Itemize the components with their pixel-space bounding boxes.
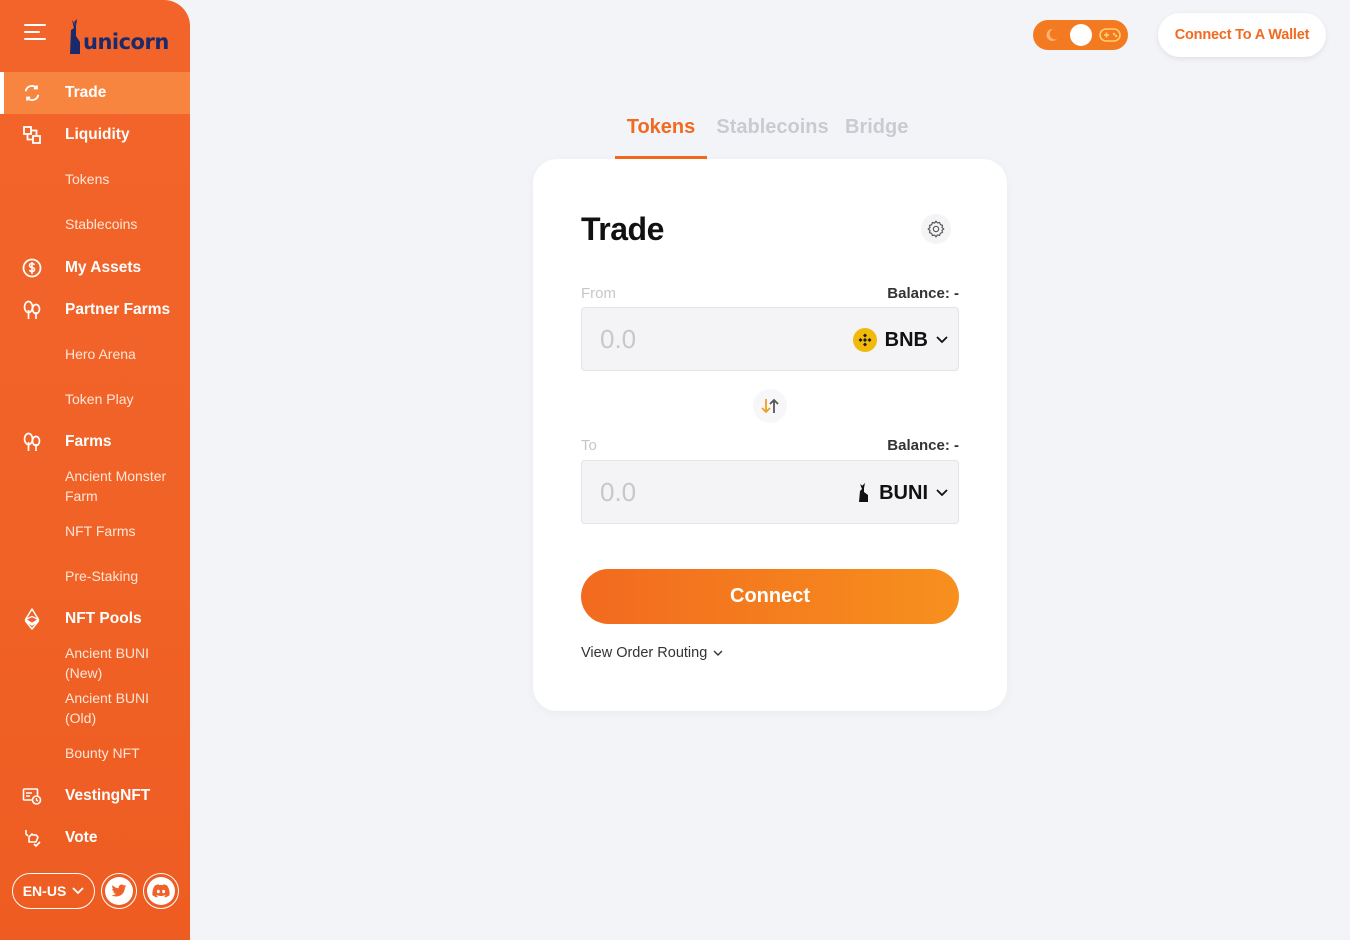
sidebar-item-my-assets[interactable]: My Assets: [0, 247, 190, 289]
theme-toggle[interactable]: [1033, 20, 1128, 50]
swap-direction-button[interactable]: [753, 389, 787, 423]
sidebar-item-trade[interactable]: Trade: [0, 72, 190, 114]
sidebar-item-label: Liquidity: [65, 126, 130, 143]
buni-icon: [859, 483, 869, 502]
moon-icon: [1046, 28, 1057, 41]
from-label: From: [581, 285, 616, 302]
twitter-icon: [105, 877, 133, 905]
settings-button[interactable]: [921, 214, 951, 244]
sidebar-item-farms[interactable]: Farms: [0, 421, 190, 463]
tab-tokens[interactable]: Tokens: [615, 110, 707, 160]
sidebar-item-label: Token Play: [65, 390, 134, 407]
sidebar-item-label: Vote: [65, 829, 98, 846]
chevron-down-icon: [72, 887, 84, 895]
tab-stablecoins[interactable]: Stablecoins: [707, 110, 838, 160]
tab-bridge[interactable]: Bridge: [838, 110, 918, 160]
sidebar-item-nft-pools[interactable]: NFT Pools: [0, 598, 190, 640]
from-token-symbol: BNB: [884, 328, 928, 351]
sidebar-item-vote[interactable]: Vote: [0, 817, 190, 859]
gamepad-icon: [1099, 28, 1121, 42]
to-label: To: [581, 437, 597, 454]
sidebar-item-label: Ancient BUNI (Old): [65, 689, 150, 726]
brand-name: unicorn: [83, 30, 169, 54]
sidebar-item-vestingnft[interactable]: VestingNFT: [0, 775, 190, 817]
swap-arrows-icon: [761, 398, 779, 414]
sidebar-item-label: Hero Arena: [65, 345, 136, 362]
vote-icon: [22, 828, 42, 848]
vesting-icon: [22, 786, 42, 806]
to-amount-input[interactable]: [600, 475, 820, 509]
trees-icon: [22, 432, 42, 452]
card-title: Trade: [581, 211, 664, 247]
sidebar-item-label: NFT Pools: [65, 610, 142, 627]
toggle-knob: [1070, 24, 1092, 46]
sidebar-item-label: Ancient BUNI (New): [65, 644, 150, 681]
connect-wallet-button[interactable]: Connect To A Wallet: [1158, 13, 1326, 57]
unicorn-logo[interactable]: unicorn: [68, 14, 169, 54]
liquidity-icon: [22, 125, 42, 145]
sidebar-item-bounty-nft[interactable]: Bounty NFT: [0, 730, 190, 775]
sidebar-item-label: Partner Farms: [65, 301, 171, 318]
gear-icon: [927, 220, 945, 238]
sidebar-item-label: Ancient Monster Farm: [65, 467, 167, 504]
sidebar-item-label: Bounty NFT: [65, 744, 140, 761]
sidebar: unicorn Trade Liquidity Tokens Stablecoins M…: [0, 0, 190, 940]
brand-header: unicorn: [0, 0, 190, 72]
from-amount-input[interactable]: [600, 322, 820, 356]
unicorn-mark-icon: [70, 19, 80, 54]
from-field: BNB: [581, 307, 959, 371]
sidebar-item-ancient-buni-new[interactable]: Ancient BUNI (New): [0, 640, 190, 685]
dollar-icon: [22, 258, 42, 278]
sidebar-item-label: Tokens: [65, 170, 110, 187]
sidebar-item-ancient-monster-farm[interactable]: Ancient Monster Farm: [0, 463, 190, 508]
sidebar-item-label: My Assets: [65, 259, 142, 276]
sidebar-item-stablecoins[interactable]: Stablecoins: [0, 201, 190, 246]
to-token-symbol: BUNI: [879, 481, 928, 504]
sidebar-item-label: Stablecoins: [65, 215, 138, 232]
hamburger-menu-icon[interactable]: [24, 24, 48, 42]
routing-label: View Order Routing: [581, 645, 708, 661]
sidebar-item-hero-arena[interactable]: Hero Arena: [0, 331, 190, 376]
sidebar-item-label: VestingNFT: [65, 787, 151, 804]
language-selector[interactable]: EN-US: [12, 873, 95, 909]
sidebar-item-label: Trade: [65, 84, 107, 101]
to-token-selector[interactable]: BUNI: [857, 477, 948, 509]
chevron-down-icon: [936, 489, 948, 497]
from-token-selector[interactable]: BNB: [852, 324, 948, 356]
twitter-button[interactable]: [101, 873, 137, 909]
language-label: EN-US: [22, 883, 67, 899]
swap-refresh-icon: [22, 83, 42, 103]
bnb-icon: [852, 328, 877, 352]
from-balance: Balance: -: [887, 285, 959, 302]
sidebar-footer: EN-US: [12, 873, 179, 909]
trade-card: Trade From Balance: - BNB To Balance: -: [533, 159, 1007, 711]
sidebar-item-pre-staking[interactable]: Pre-Staking: [0, 553, 190, 598]
discord-button[interactable]: [143, 873, 179, 909]
sidebar-item-liquidity[interactable]: Liquidity: [0, 114, 190, 156]
sidebar-item-ancient-buni-old[interactable]: Ancient BUNI (Old): [0, 685, 190, 730]
discord-icon: [147, 877, 175, 905]
sidebar-item-tokens[interactable]: Tokens: [0, 156, 190, 201]
to-field: BUNI: [581, 460, 959, 524]
chevron-down-icon: [713, 650, 723, 656]
sidebar-item-nft-farms[interactable]: NFT Farms: [0, 508, 190, 553]
ethereum-icon: [22, 608, 42, 630]
view-order-routing[interactable]: View Order Routing: [581, 645, 723, 661]
sidebar-item-label: Farms: [65, 433, 112, 450]
to-balance: Balance: -: [887, 437, 959, 454]
sidebar-item-token-play[interactable]: Token Play: [0, 376, 190, 421]
connect-button[interactable]: Connect: [581, 569, 959, 624]
trade-tabs: Tokens Stablecoins Bridge: [615, 110, 918, 160]
trees-icon: [22, 300, 42, 320]
sidebar-item-label: NFT Farms: [65, 522, 136, 539]
chevron-down-icon: [936, 336, 948, 344]
sidebar-item-label: Pre-Staking: [65, 567, 139, 584]
sidebar-item-partner-farms[interactable]: Partner Farms: [0, 289, 190, 331]
